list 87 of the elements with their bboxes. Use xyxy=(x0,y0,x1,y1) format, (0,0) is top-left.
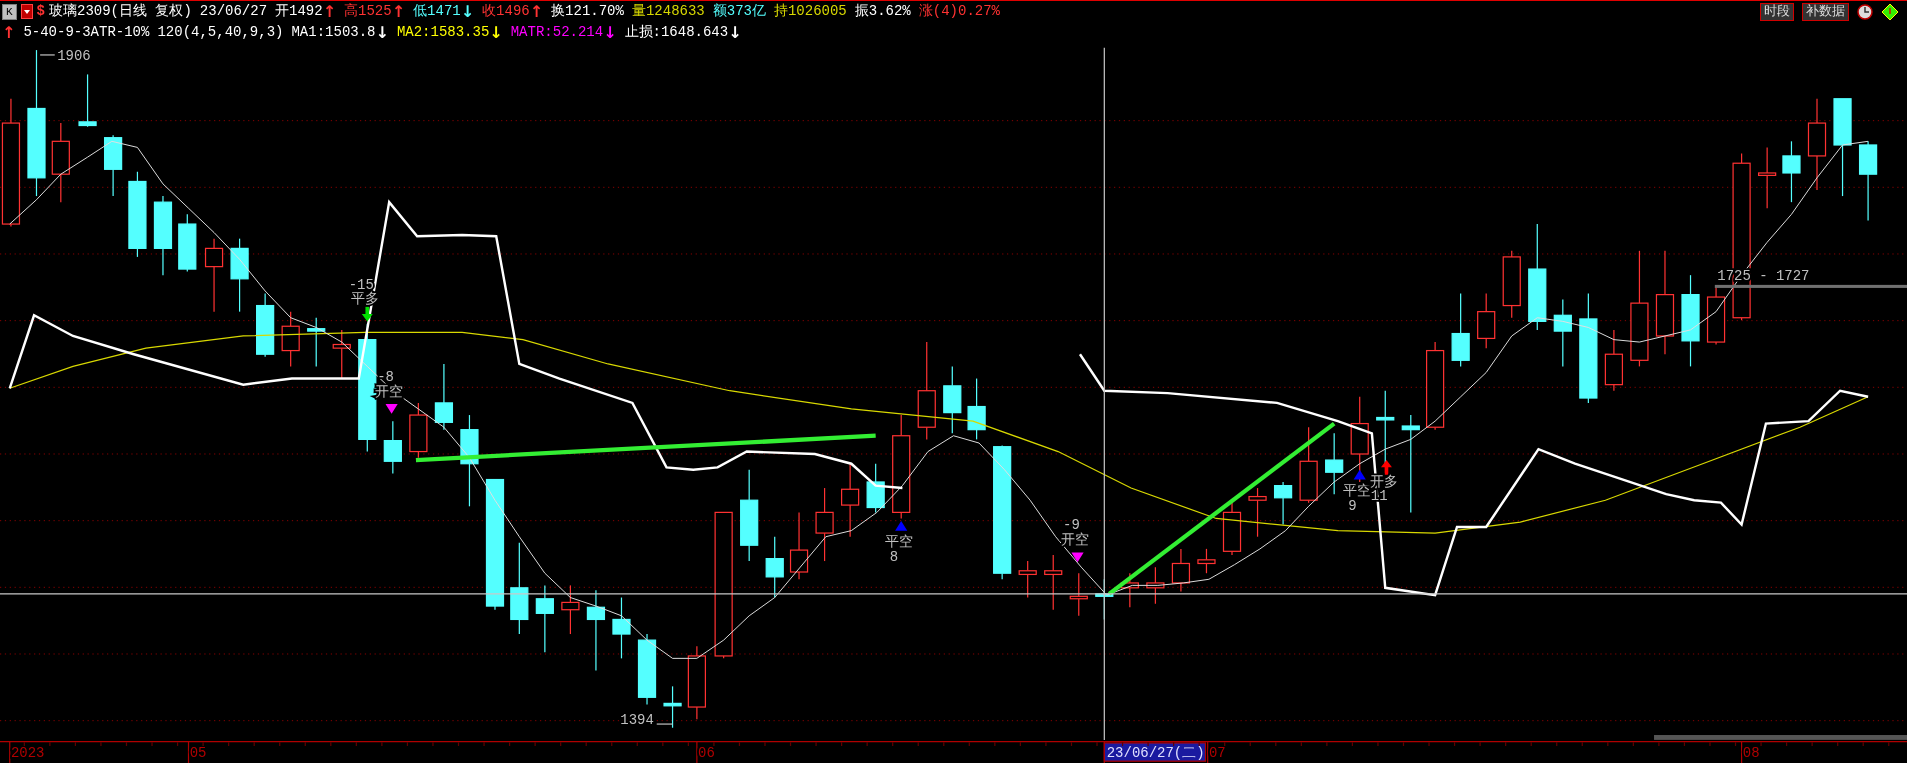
low-price-label: 1394 xyxy=(620,711,654,728)
quote-value: 120(4,5,40,9,3) xyxy=(157,23,284,43)
quote-value: 持1026005 xyxy=(773,2,847,21)
quote-value: 玻璃2309(日线 复权) xyxy=(49,2,192,21)
candlestick xyxy=(307,316,326,367)
trend-arrow: ↓ xyxy=(489,22,503,44)
candlestick xyxy=(1018,559,1037,598)
candlestick xyxy=(281,310,300,367)
candlestick xyxy=(1069,572,1088,616)
candlestick xyxy=(612,596,631,659)
diamond-icon[interactable] xyxy=(1881,2,1899,21)
high-price-label: 1906 xyxy=(57,47,91,64)
candlestick xyxy=(434,362,454,430)
trend-arrow: ↑ xyxy=(322,1,337,22)
candlestick xyxy=(561,584,580,635)
quote-value: MATR:52.214 xyxy=(510,23,604,43)
candlestick xyxy=(789,511,809,580)
candlestick xyxy=(409,401,428,458)
candlestick xyxy=(332,328,351,379)
candlestick xyxy=(943,365,962,434)
trend-arrow: ↑ xyxy=(2,22,16,44)
candlestick xyxy=(1782,140,1801,203)
signal-count: -8 xyxy=(377,368,394,385)
candlestick xyxy=(1553,298,1572,367)
cursor-date-label: 23/06/27(二) xyxy=(1103,741,1207,762)
candlestick xyxy=(1604,328,1623,391)
signal-label: 平空 xyxy=(884,533,913,550)
quote-value: 5-40-9-3ATR-10% xyxy=(23,23,150,43)
axis-label: 05 xyxy=(189,744,207,761)
trend-arrow: ↓ xyxy=(728,22,742,44)
dropdown-icon[interactable] xyxy=(20,4,33,19)
period-key[interactable]: K xyxy=(2,3,17,20)
candlestick xyxy=(1502,249,1521,318)
toolbar-button[interactable]: 时段 xyxy=(1760,2,1794,21)
axis-label: 07 xyxy=(1208,744,1226,761)
axis-label: 2023 xyxy=(10,744,45,761)
axis-label: 06 xyxy=(698,744,715,761)
quote-value: MA2:1583.35 xyxy=(396,23,490,43)
trend-arrow: ↓ xyxy=(375,22,389,44)
trend-arrow: ↑ xyxy=(391,1,406,22)
quote-value: 换121.70% xyxy=(551,2,624,21)
candlestick xyxy=(1146,566,1165,604)
candlestick xyxy=(1706,286,1726,345)
leader-line xyxy=(39,53,56,56)
signal-count: 8 xyxy=(889,548,899,565)
candlestick xyxy=(1197,547,1216,574)
toolbar-button[interactable]: 补数据 xyxy=(1802,2,1849,21)
signal-count: -9 xyxy=(1063,516,1080,533)
quote-value: 低1471 xyxy=(413,2,461,21)
candlestick xyxy=(256,292,275,357)
candlestick xyxy=(383,420,402,474)
quote-value: 振3.62% xyxy=(854,2,911,21)
quote-value: 23/06/27 xyxy=(199,2,268,21)
trend-arrow: ↓ xyxy=(460,1,475,22)
signal-label: 开空 xyxy=(1061,531,1090,548)
clock-icon[interactable] xyxy=(1857,3,1873,20)
quote-value: 涨(4)0.27% xyxy=(918,2,1000,21)
quote-value: 止损:1648.643 xyxy=(624,23,729,43)
symbol-mark: $ xyxy=(36,2,45,21)
quote-value: 开1492 xyxy=(275,2,323,21)
candlestick xyxy=(1120,572,1139,608)
quote-value: 收1496 xyxy=(482,2,530,21)
candlestick xyxy=(178,213,197,272)
candlestick xyxy=(663,685,682,728)
scroll-bar[interactable] xyxy=(1654,734,1907,740)
candlestick xyxy=(104,134,123,197)
trend-arrow: ↑ xyxy=(529,1,544,22)
signal-count: 9 xyxy=(1348,497,1357,514)
candlestick xyxy=(765,535,784,598)
candlestick xyxy=(1044,553,1063,610)
candlestick xyxy=(1171,547,1191,592)
axis-label: 08 xyxy=(1742,744,1760,761)
candlestick xyxy=(1325,432,1344,495)
candlestick xyxy=(1477,292,1496,349)
candlestick xyxy=(866,462,885,513)
candlestick xyxy=(967,377,986,440)
candlestick xyxy=(78,73,97,127)
candlestick xyxy=(1758,146,1777,209)
quote-value: 量1248633 xyxy=(631,2,705,21)
candlestick xyxy=(535,584,554,653)
candlestick xyxy=(1273,480,1293,525)
quote-value: 高1525 xyxy=(344,2,392,21)
trend-arrow: ↓ xyxy=(603,22,617,44)
candlestick xyxy=(1248,486,1267,537)
quote-value: 额373亿 xyxy=(712,2,766,21)
quote-value: MA1:1503.8 xyxy=(291,23,376,43)
leader-line xyxy=(656,722,674,725)
